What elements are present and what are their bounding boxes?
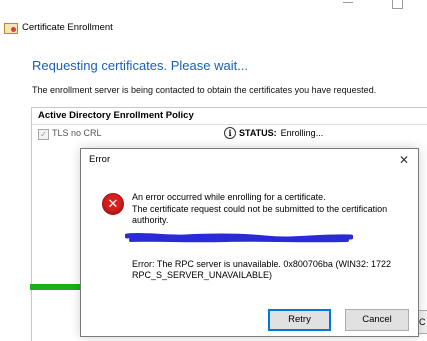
dialog-title-bar: Error ✕ [81,149,418,171]
status-area: i STATUS: Enrolling... [224,127,323,139]
dialog-title: Error [89,154,111,165]
error-dialog: Error ✕ ✕ An error occurred while enroll… [80,148,419,337]
page-heading: Requesting certificates. Please wait... [32,58,249,73]
window-title-bar: Certificate Enrollment [4,19,113,35]
tls-no-crl-checkbox[interactable]: ✓ [38,129,49,140]
error-code: Error: The RPC server is unavailable. 0x… [132,259,391,280]
tls-no-crl-label: TLS no CRL [52,128,102,138]
retry-button[interactable]: Retry [268,309,331,331]
error-icon: ✕ [102,193,124,215]
policy-item-row: ✓ TLS no CRL i STATUS: Enrolling... [32,125,427,143]
maximize-button[interactable] [392,0,403,9]
status-key: STATUS: [239,128,277,138]
policy-header: Active Directory Enrollment Policy [32,108,427,125]
page-subtext: The enrollment server is being contacted… [32,85,377,95]
window-controls [337,0,427,14]
error-message: An error occurred while enrolling for a … [132,192,326,202]
redaction-scribble [125,232,353,243]
error-detail: The certificate request could not be sub… [132,204,388,225]
info-icon: i [224,127,236,139]
status-value: Enrolling... [280,128,324,138]
cancel-button[interactable]: Cancel [345,309,409,331]
close-icon[interactable]: ✕ [396,149,412,171]
enrollment-progress-bar [30,284,82,290]
certificate-icon [4,22,18,34]
window-title: Certificate Enrollment [22,21,113,33]
minimize-button[interactable] [343,2,353,3]
